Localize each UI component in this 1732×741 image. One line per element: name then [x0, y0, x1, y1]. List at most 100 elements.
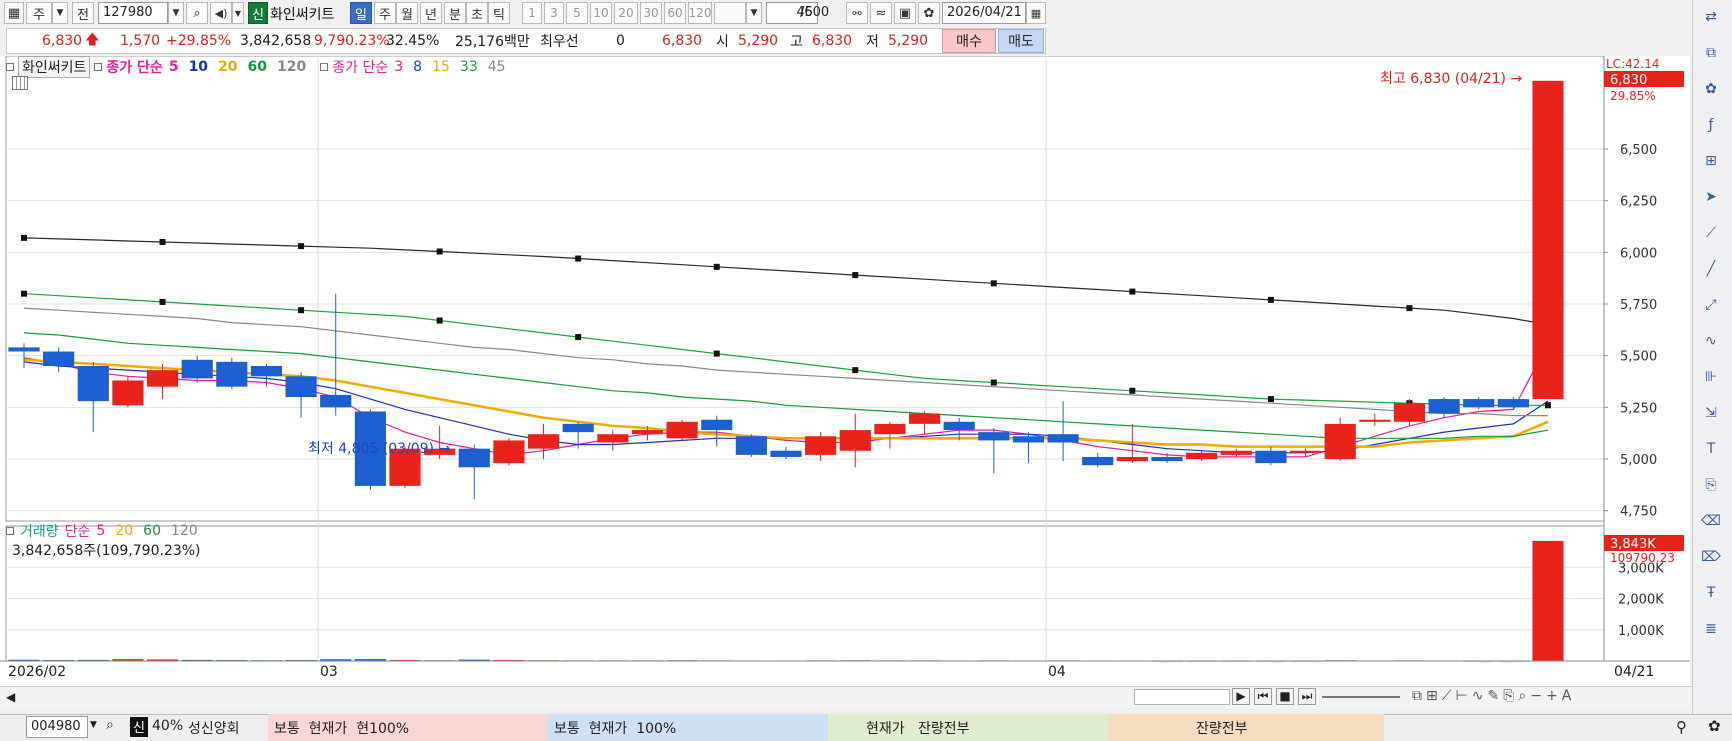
zoom-in-icon[interactable]: +: [1546, 688, 1558, 704]
zoom-out-icon[interactable]: −: [1530, 688, 1542, 704]
bottom-gear-icon[interactable]: ✿: [1708, 717, 1721, 735]
t-icon[interactable]: Ŧ: [1700, 582, 1722, 604]
candle-icon[interactable]: ⊪: [1700, 366, 1722, 388]
wave-icon[interactable]: ∿: [1700, 330, 1722, 352]
chart-add-icon[interactable]: ⊞: [1700, 150, 1722, 172]
rewind-icon[interactable]: ⏮: [1254, 688, 1272, 705]
line-icon[interactable]: ╱: [1700, 258, 1722, 280]
legend-period[interactable]: 20: [115, 523, 133, 539]
capture-icon[interactable]: ⎘: [1503, 688, 1514, 704]
period-button[interactable]: 틱: [488, 2, 510, 24]
interval-button[interactable]: 30: [640, 2, 662, 24]
text-icon[interactable]: T: [1700, 438, 1722, 460]
period-button[interactable]: 주: [374, 2, 396, 24]
legend-period[interactable]: 10: [189, 59, 208, 75]
legend-period[interactable]: 20: [218, 59, 237, 75]
grid-toggle-icon[interactable]: [12, 76, 28, 90]
prev-button[interactable]: 전: [72, 2, 94, 24]
layout-icon[interactable]: ▦: [4, 2, 24, 24]
play-icon[interactable]: ▶: [1232, 688, 1250, 705]
zoom-tools[interactable]: ⧉ ⊞ ⟋ ⊢ ∿ ✎ ⎘ ⌕ − + A: [1412, 688, 1571, 704]
period-button[interactable]: 년: [420, 2, 442, 24]
code-dropdown-icon[interactable]: ▼: [168, 2, 184, 24]
compare-icon[interactable]: ⚯: [846, 2, 868, 24]
zoom-slider[interactable]: [1322, 696, 1400, 698]
legend-period[interactable]: 5: [96, 523, 105, 539]
trendline-icon[interactable]: ⟋: [1700, 222, 1722, 244]
volume-legend-title[interactable]: 거래량: [20, 521, 59, 541]
blank-select[interactable]: [714, 2, 746, 24]
speaker-icon[interactable]: ◀): [210, 2, 232, 24]
play-controls[interactable]: ▶ ⏮ ■ ⏭: [1232, 688, 1316, 705]
eraser-icon[interactable]: ⌫: [1700, 510, 1722, 532]
bottom-search-icon[interactable]: ⌕: [106, 717, 114, 733]
interval-button[interactable]: 20: [614, 2, 638, 24]
swap-icon[interactable]: ⇄: [1700, 6, 1722, 28]
window-icon[interactable]: ⧉: [1700, 42, 1722, 64]
interval-button[interactable]: 1: [522, 2, 542, 24]
legend-period[interactable]: 120: [277, 59, 306, 75]
legend-period[interactable]: 45: [488, 59, 506, 75]
settings-icon[interactable]: ✿: [918, 2, 940, 24]
period-select[interactable]: 주: [26, 2, 52, 24]
font-icon[interactable]: A: [1562, 688, 1572, 704]
legend-ma2-title[interactable]: 종가 단순: [332, 57, 388, 77]
bottom-code-input[interactable]: 004980: [26, 716, 88, 738]
legend-period[interactable]: 5: [169, 59, 179, 75]
search-icon[interactable]: ⌕: [186, 2, 208, 24]
legend-stock-name[interactable]: 화인써키트: [18, 56, 91, 78]
sell-button[interactable]: 매도: [998, 29, 1044, 53]
window-split-icon[interactable]: ⧉: [1412, 688, 1422, 704]
scroll-left-icon[interactable]: ◀: [6, 690, 15, 704]
legend-period[interactable]: 33: [460, 59, 478, 75]
interval-button[interactable]: 60: [664, 2, 686, 24]
interval-button[interactable]: 5: [566, 2, 588, 24]
bottom-code-dropdown-icon[interactable]: ▼: [90, 720, 97, 730]
save-icon[interactable]: ▣: [894, 2, 916, 24]
speaker-dropdown-icon[interactable]: ▼: [232, 2, 244, 24]
order-panel-1[interactable]: 보통 현재가 현100%: [268, 714, 548, 741]
list-icon[interactable]: ≣: [1700, 618, 1722, 640]
legend-period[interactable]: 60: [143, 523, 161, 539]
period-button[interactable]: 월: [396, 2, 418, 24]
period-button[interactable]: 일: [350, 2, 372, 24]
legend-period[interactable]: 120: [171, 523, 198, 539]
period-button[interactable]: 분: [444, 2, 466, 24]
scroll-thumb[interactable]: [1134, 689, 1230, 705]
wave-tool-icon[interactable]: ∿: [1472, 688, 1484, 704]
formula-icon[interactable]: ƒ: [1700, 114, 1722, 136]
pen-icon[interactable]: ✎: [1487, 688, 1499, 704]
pin-icon[interactable]: ⚲: [1676, 718, 1687, 736]
date-input[interactable]: 2026/04/21: [942, 2, 1026, 24]
gear-icon[interactable]: ✿: [1700, 78, 1722, 100]
legend-ma-title[interactable]: 종가 단순: [106, 57, 162, 77]
wave-toggle-icon[interactable]: ≈: [870, 2, 892, 24]
forward-icon[interactable]: ⏭: [1298, 688, 1316, 705]
magnifier-icon[interactable]: ⌕: [1518, 688, 1526, 704]
erase-all-icon[interactable]: ⌦: [1700, 546, 1722, 568]
order-panel-4[interactable]: 잔량전부: [1108, 714, 1384, 741]
price-volume-chart[interactable]: 6,500 6,250 6,000 5,750 5,500 5,250 5,000 4,750…: [0, 56, 1690, 686]
order-panel-3[interactable]: 현재가 잔량전부: [828, 714, 1108, 741]
window-tile-icon[interactable]: ⊞: [1426, 688, 1438, 704]
period-dropdown-icon[interactable]: ▼: [52, 2, 68, 24]
volume-legend-ma-title[interactable]: 단순: [65, 521, 91, 541]
stop-icon[interactable]: ■: [1276, 688, 1294, 705]
copy-icon[interactable]: ⎘: [1700, 474, 1722, 496]
legend-period[interactable]: 60: [248, 59, 267, 75]
trend-icon[interactable]: ⟋: [1442, 688, 1452, 704]
interval-button[interactable]: 3: [544, 2, 564, 24]
cursor-icon[interactable]: ➤: [1700, 186, 1722, 208]
buy-button[interactable]: 매수: [942, 29, 996, 53]
line-tool-icon[interactable]: ⊢: [1456, 688, 1468, 704]
legend-period[interactable]: 3: [394, 59, 403, 75]
legend-period[interactable]: 15: [432, 59, 450, 75]
order-panel-2[interactable]: 보통 현재가 100%: [548, 714, 828, 741]
period-button[interactable]: 초: [466, 2, 488, 24]
arrow-icon[interactable]: ⇲: [1700, 402, 1722, 424]
chart-area[interactable]: 6,500 6,250 6,000 5,750 5,500 5,250 5,000 4,750…: [0, 56, 1690, 686]
auto-line-icon[interactable]: ⤢: [1700, 294, 1722, 316]
calendar-icon[interactable]: ▦: [1026, 2, 1046, 24]
interval-button[interactable]: 10: [590, 2, 612, 24]
code-input[interactable]: 127980: [98, 2, 168, 24]
